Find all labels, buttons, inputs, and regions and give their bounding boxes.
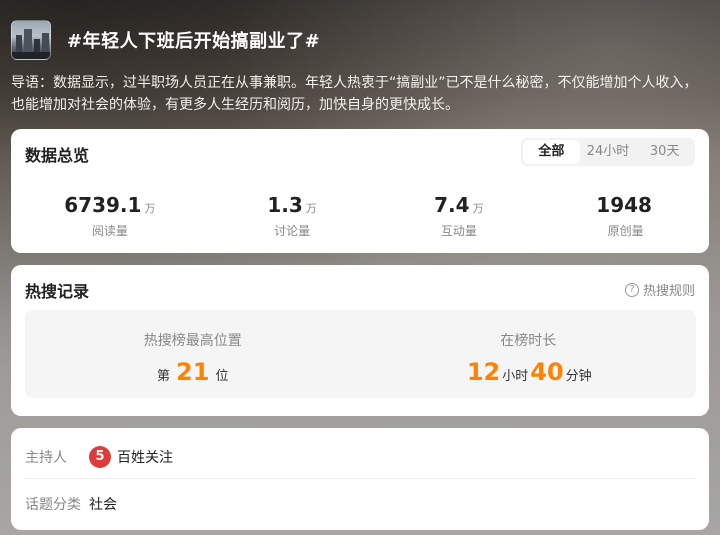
stats-row: 6739.1 万 阅读量 1.3 万 讨论量 7.4 万 互动量 1948 原创量 (11, 193, 709, 239)
rules-label: 热搜规则 (642, 284, 695, 299)
stat-unit: 万 (144, 202, 156, 215)
host-name[interactable]: 百姓关注 (117, 447, 173, 467)
stat-unit: 万 (305, 202, 317, 215)
stat-discussions: 1.3 万 讨论量 (209, 193, 376, 239)
tab-all[interactable]: 全部 (523, 140, 580, 164)
stat-value: 1.3 (267, 193, 303, 217)
host-logo-icon: 5 (89, 445, 111, 468)
hot-search-card: 热搜记录 ? 热搜规则 热搜榜最高位置 第 21 位 在榜时长 12 小时40 分钟 (11, 265, 709, 416)
host-label: 主持人 (25, 449, 67, 466)
peak-position: 热搜榜最高位置 第 21 位 (25, 310, 361, 398)
time-range-tabs: 全部 24小时 30天 (521, 138, 695, 166)
peak-suffix: 位 (215, 369, 229, 384)
hot-search-rules-link[interactable]: ? 热搜规则 (624, 280, 695, 299)
duration-label: 在榜时长 (500, 333, 557, 349)
topic-header: #年轻人下班后开始搞副业了# (11, 18, 320, 62)
overview-title: 数据总览 (25, 146, 90, 165)
stat-value: 1948 (596, 193, 652, 217)
duration-minutes: 40 (530, 358, 564, 386)
peak-prefix: 第 (157, 369, 171, 384)
topic-intro: 导语：数据显示，过半职场人员正在从事兼职。年轻人热衷于“搞副业”已不是什么秘密，… (11, 75, 698, 113)
stat-label: 互动量 (440, 224, 477, 238)
overview-card: 数据总览 全部 24小时 30天 6739.1 万 阅读量 1.3 万 讨论量 7.… (11, 129, 709, 253)
stat-interactions: 7.4 万 互动量 (375, 193, 542, 239)
stat-label: 阅读量 (91, 224, 128, 238)
category-value[interactable]: 社会 (89, 494, 117, 514)
minutes-unit: 分钟 (565, 369, 592, 384)
hot-search-title: 热搜记录 (25, 282, 90, 301)
duration-on-list: 在榜时长 12 小时40 分钟 (361, 310, 697, 398)
stat-label: 原创量 (607, 224, 644, 238)
topic-title: #年轻人下班后开始搞副业了# (67, 31, 321, 52)
host-row: 主持人 5 百姓关注 (25, 435, 695, 479)
duration-hours: 12 (466, 358, 501, 386)
topic-thumbnail (11, 20, 51, 60)
stat-value: 6739.1 (64, 193, 142, 217)
hours-unit: 小时 (502, 369, 529, 384)
tab-24h[interactable]: 24小时 (580, 140, 637, 164)
peak-label: 热搜榜最高位置 (143, 333, 242, 349)
category-label: 话题分类 (25, 497, 81, 513)
peak-value: 21 (176, 358, 210, 386)
hot-search-stats: 热搜榜最高位置 第 21 位 在榜时长 12 小时40 分钟 (25, 310, 696, 398)
stat-reads: 6739.1 万 阅读量 (11, 193, 209, 239)
stat-value: 7.4 (434, 193, 470, 217)
topic-info-card: 主持人 5 百姓关注 话题分类 社会 (11, 428, 709, 530)
stat-label: 讨论量 (274, 224, 311, 238)
stat-unit: 万 (472, 202, 484, 215)
tab-30d[interactable]: 30天 (636, 140, 693, 164)
category-row: 话题分类 社会 (25, 486, 695, 522)
question-icon: ? (624, 282, 639, 297)
stat-originals: 1948 原创量 (542, 193, 709, 239)
